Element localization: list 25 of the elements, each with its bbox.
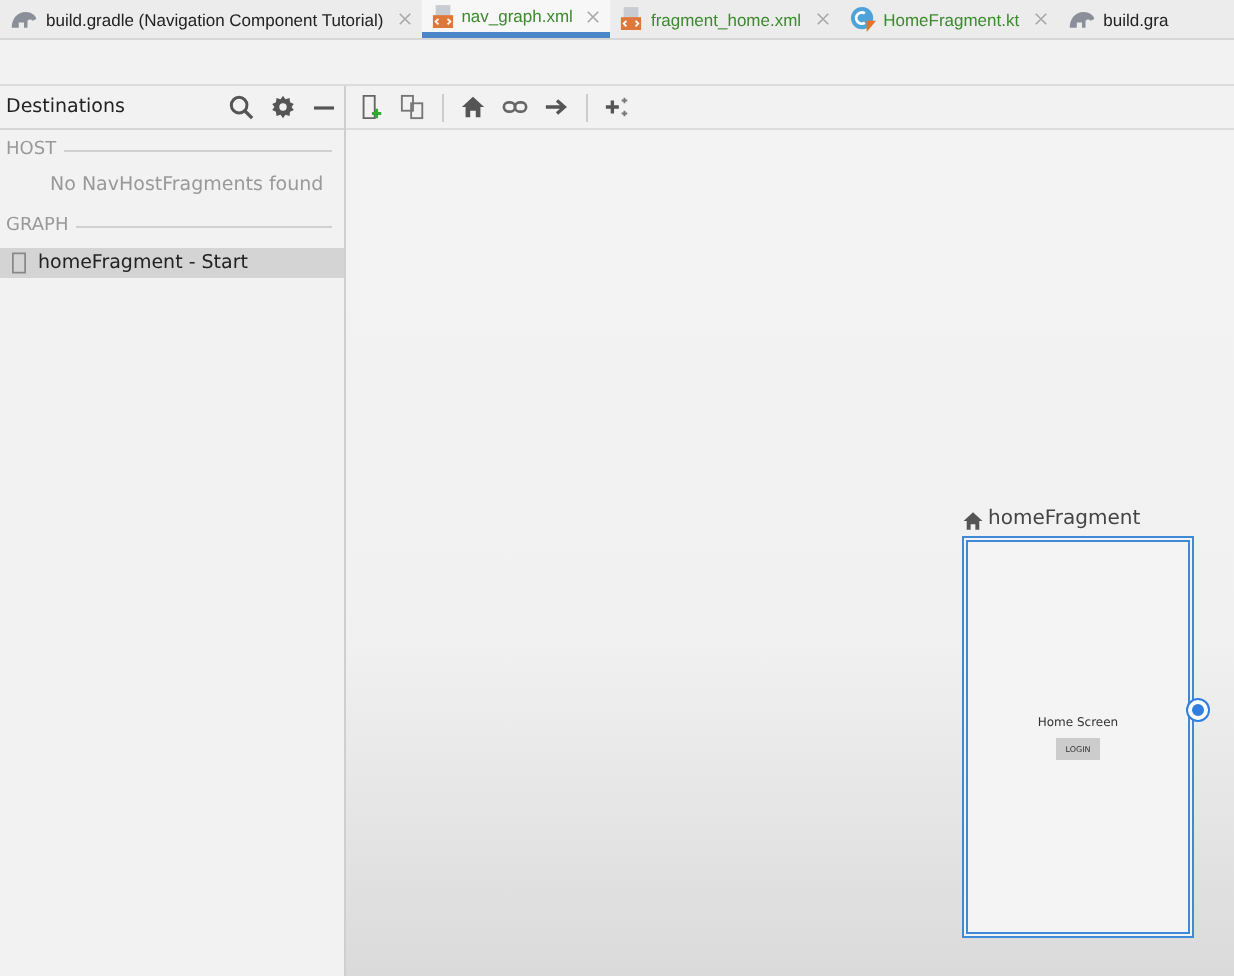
editor-tab[interactable]: build.gra bbox=[1057, 0, 1179, 38]
elephant-icon bbox=[10, 8, 38, 30]
destination-item[interactable]: homeFragment - Start bbox=[0, 248, 344, 278]
kotlin-class-icon bbox=[849, 6, 876, 32]
editor-tab[interactable]: build.gradle (Navigation Component Tutorial) bbox=[0, 0, 422, 38]
new-destination-icon[interactable] bbox=[358, 94, 384, 120]
editor-tab[interactable]: fragment_home.xml bbox=[610, 0, 840, 38]
search-icon[interactable] bbox=[228, 94, 254, 120]
editor-tab[interactable]: HomeFragment.kt bbox=[839, 0, 1058, 38]
destination-label: homeFragment bbox=[988, 508, 1141, 532]
phone-icon bbox=[12, 252, 26, 274]
section-heading: HOST bbox=[6, 140, 57, 160]
auto-arrange-icon[interactable] bbox=[604, 94, 630, 120]
panel-title: Destinations bbox=[6, 96, 125, 118]
nested-graph-icon[interactable] bbox=[400, 94, 426, 120]
settings-icon[interactable] bbox=[270, 94, 296, 120]
xml-file-icon bbox=[620, 6, 643, 32]
arrow-icon[interactable] bbox=[544, 94, 570, 120]
section-heading: GRAPH bbox=[6, 216, 69, 236]
empty-message: No NavHostFragments found bbox=[48, 172, 326, 200]
home-icon[interactable] bbox=[460, 94, 486, 120]
action-handle[interactable] bbox=[1188, 700, 1208, 720]
editor-tab[interactable]: nav_graph.xml bbox=[421, 0, 611, 38]
elephant-icon bbox=[1067, 8, 1096, 30]
xml-file-icon bbox=[431, 3, 454, 29]
